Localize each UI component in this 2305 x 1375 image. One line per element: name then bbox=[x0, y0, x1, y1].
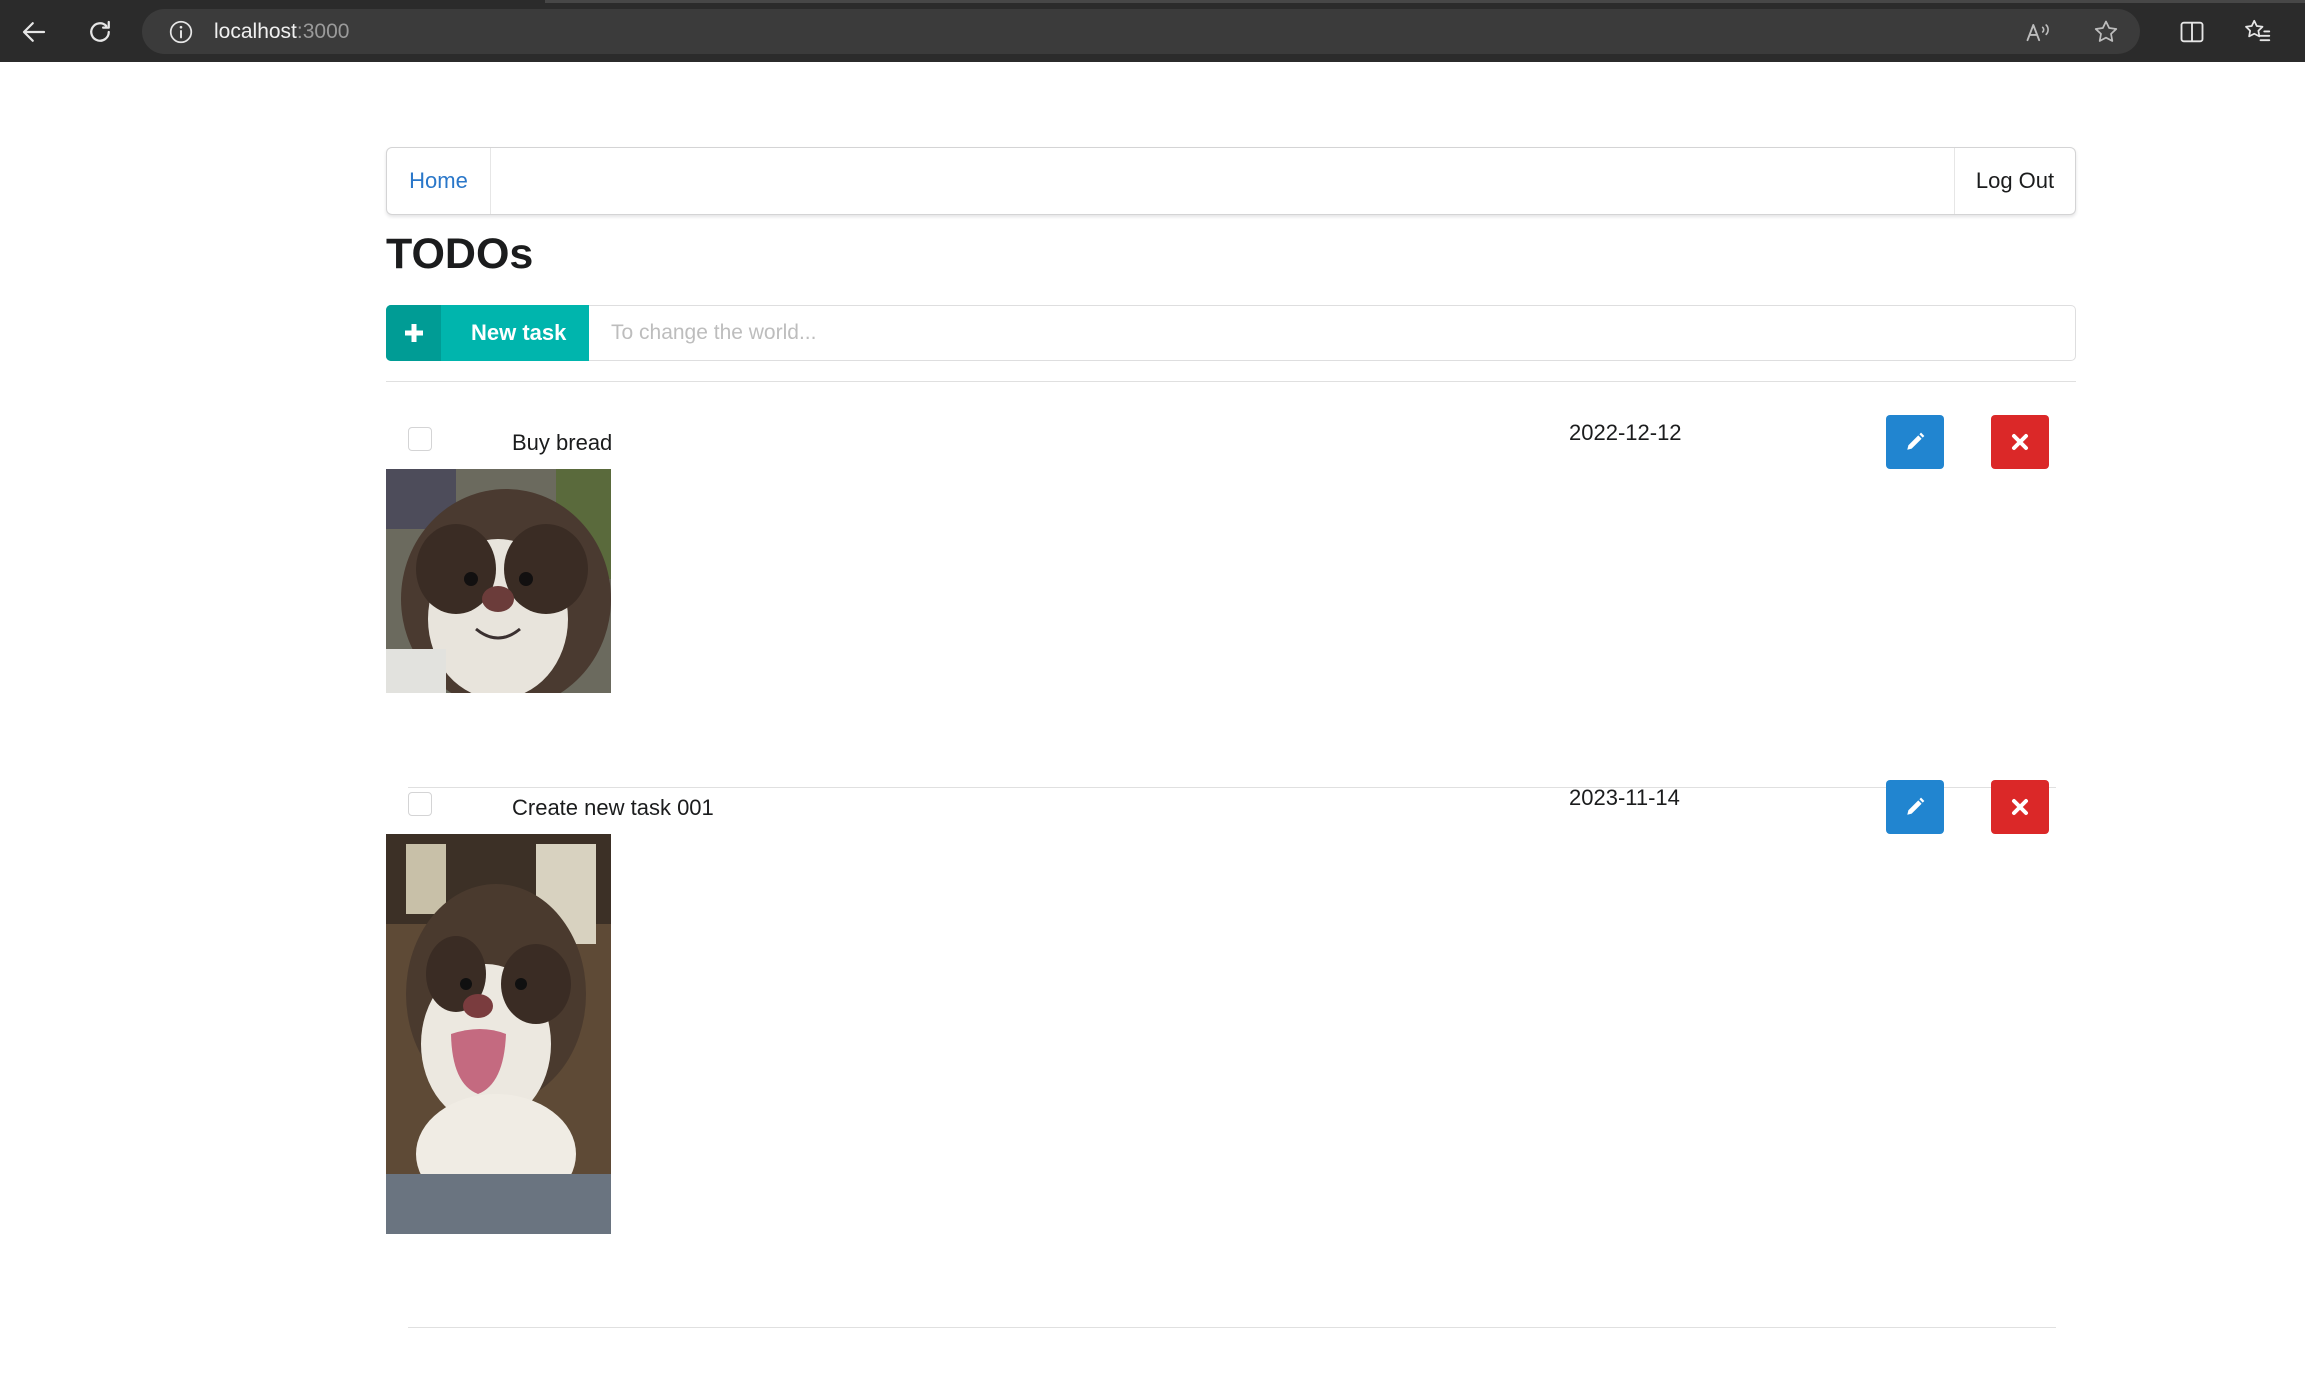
tab-strip-edge bbox=[545, 0, 2305, 3]
dog-photo bbox=[386, 834, 611, 1234]
reload-icon[interactable] bbox=[80, 12, 120, 52]
favorites-list-icon[interactable] bbox=[2241, 15, 2275, 49]
browser-toolbar: localhost:3000 bbox=[0, 0, 2305, 62]
home-link[interactable]: Home bbox=[387, 148, 491, 214]
pencil-icon bbox=[1907, 432, 1925, 450]
close-icon bbox=[2012, 799, 2028, 815]
back-arrow-icon[interactable] bbox=[14, 12, 54, 52]
dog-photo bbox=[386, 469, 611, 693]
address-bar[interactable]: localhost:3000 bbox=[142, 9, 2140, 54]
new-task-form: New task bbox=[386, 305, 2076, 361]
url-text: localhost:3000 bbox=[214, 20, 349, 44]
item-divider bbox=[408, 1327, 2056, 1328]
logout-link[interactable]: Log Out bbox=[1954, 148, 2075, 214]
new-task-label: New task bbox=[471, 320, 567, 345]
url-port: :3000 bbox=[296, 19, 350, 43]
todo-date: 2023-11-14 bbox=[1569, 785, 1680, 810]
todo-checkbox[interactable] bbox=[408, 792, 432, 816]
edit-button[interactable] bbox=[1886, 780, 1944, 834]
divider bbox=[386, 381, 2076, 382]
page-title: TODOs bbox=[386, 230, 534, 278]
favorite-star-icon[interactable] bbox=[2090, 16, 2122, 48]
url-host: localhost bbox=[214, 19, 297, 43]
site-info-icon[interactable] bbox=[166, 17, 196, 47]
item-divider bbox=[408, 787, 2056, 788]
pencil-icon bbox=[1907, 797, 1925, 815]
todo-name: Buy bread bbox=[512, 430, 613, 455]
todo-date: 2022-12-12 bbox=[1569, 420, 1682, 445]
close-icon bbox=[2012, 434, 2028, 450]
plus-icon bbox=[386, 305, 441, 361]
page-content: Home Log Out TODOs New task Buy bread 20… bbox=[0, 62, 2305, 1375]
delete-button[interactable] bbox=[1991, 780, 2049, 834]
todo-name: Create new task 001 bbox=[512, 795, 714, 820]
split-screen-icon[interactable] bbox=[2175, 15, 2209, 49]
todo-checkbox[interactable] bbox=[408, 427, 432, 451]
new-task-button[interactable]: New task bbox=[386, 305, 589, 361]
top-menu: Home Log Out bbox=[386, 147, 2076, 215]
edit-button[interactable] bbox=[1886, 415, 1944, 469]
new-task-input[interactable] bbox=[589, 305, 2076, 361]
read-aloud-icon[interactable] bbox=[2022, 16, 2054, 48]
delete-button[interactable] bbox=[1991, 415, 2049, 469]
